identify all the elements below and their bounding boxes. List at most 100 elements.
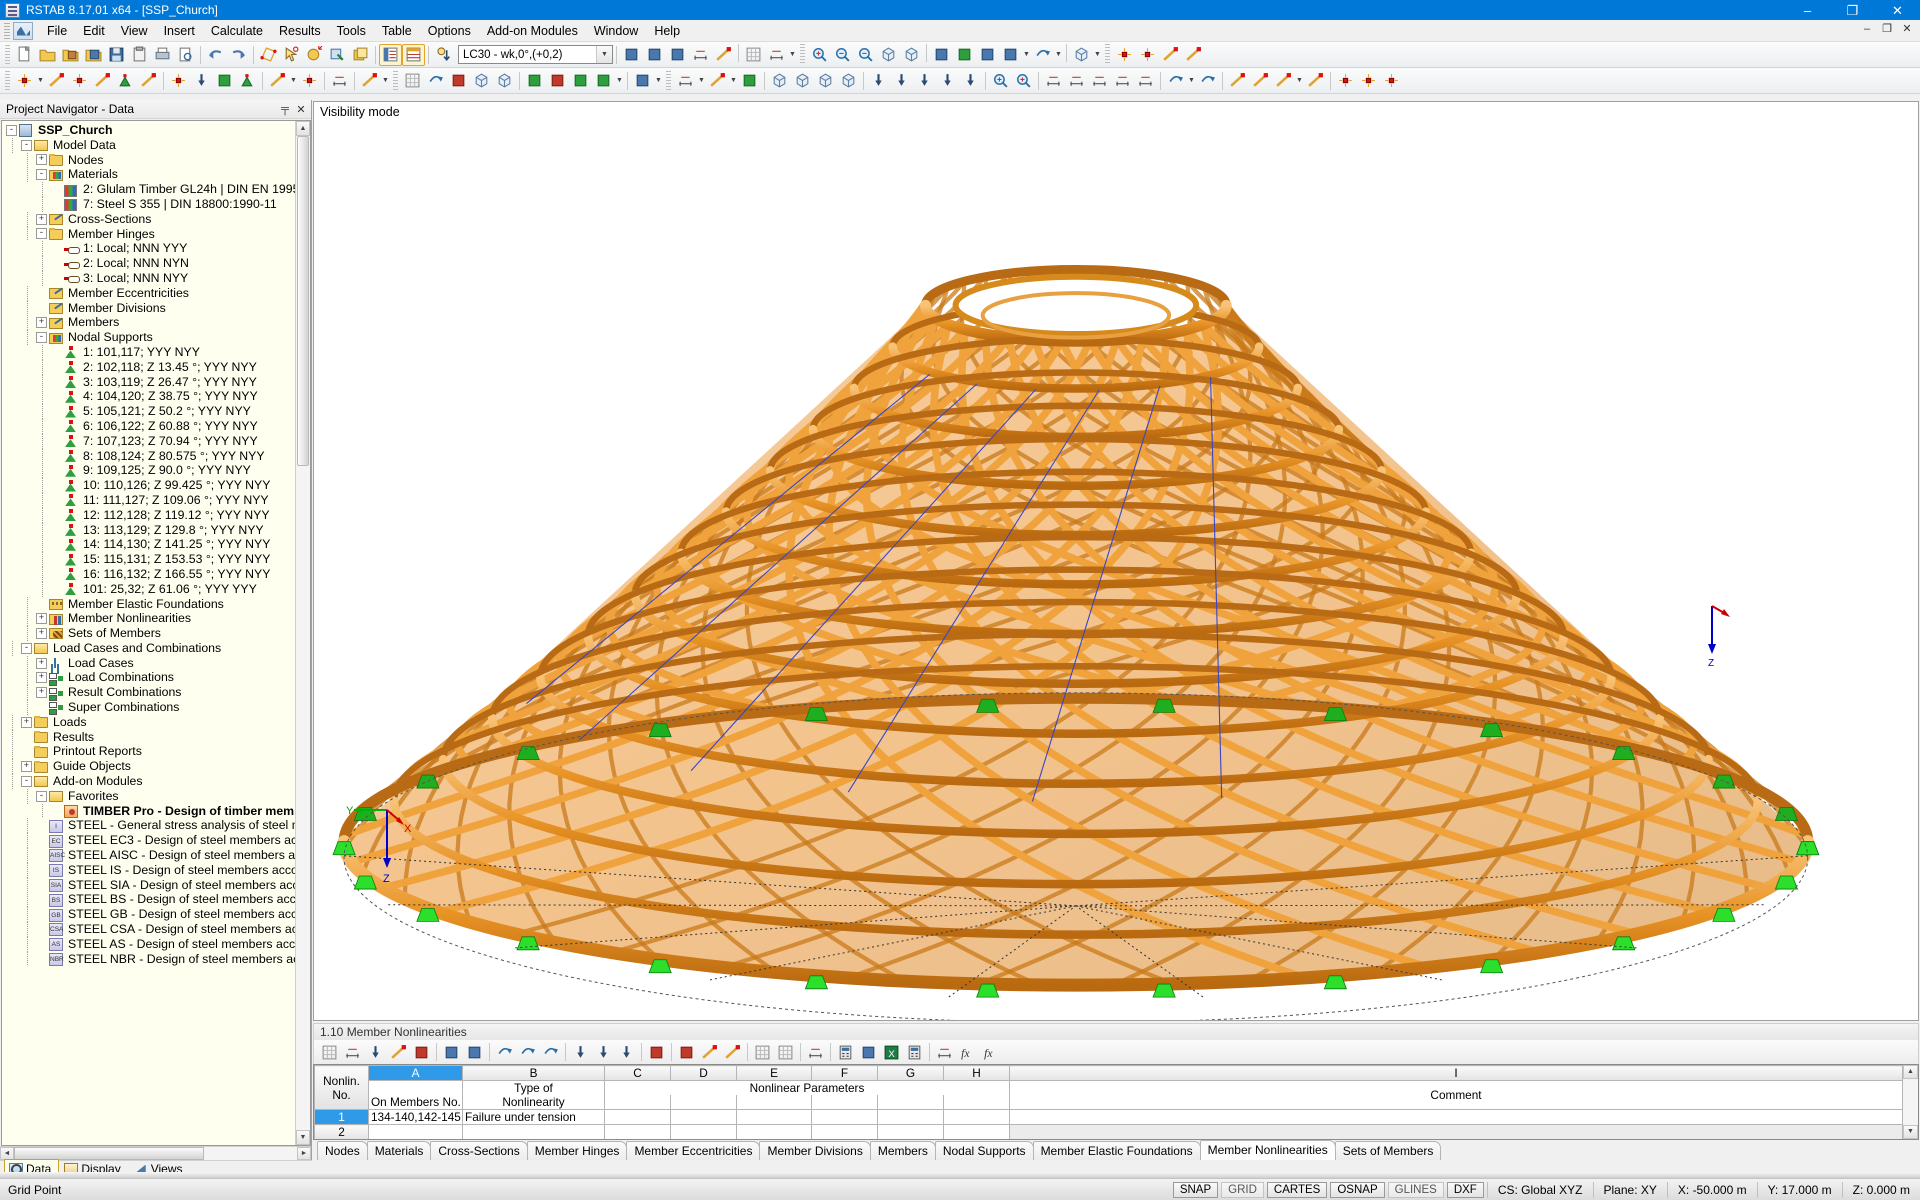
tree-item[interactable]: + Sets of Members xyxy=(6,626,295,641)
fx-icon[interactable]: fx xyxy=(956,1041,979,1063)
chevron-down-icon[interactable]: ▼ xyxy=(596,46,612,63)
dim-icon[interactable] xyxy=(328,70,351,92)
tree-item[interactable]: 7: Steel S 355 | DIN 18800:1990-11 xyxy=(6,196,295,212)
dim-icon[interactable] xyxy=(674,70,697,92)
cube-icon[interactable] xyxy=(791,70,814,92)
tree-item[interactable]: 2: Local; NNN NYN xyxy=(6,256,295,271)
mdi-close-button[interactable]: ✕ xyxy=(1898,22,1916,38)
table-tab-member-eccentricities[interactable]: Member Eccentricities xyxy=(626,1141,761,1160)
toolbar-dropdown-arrow[interactable]: ▼ xyxy=(1187,70,1196,92)
panel-splitter[interactable] xyxy=(0,1172,1920,1178)
tree-item[interactable]: 101: 25,32; Z 61.06 °; YYY YYY xyxy=(6,581,295,597)
tree-item[interactable]: Super Combinations xyxy=(6,700,295,716)
scroll-thumb[interactable] xyxy=(297,136,309,466)
table-cell-D1[interactable] xyxy=(670,1109,737,1125)
table-cell-B1[interactable]: Failure under tension xyxy=(462,1109,605,1125)
dim-icon[interactable] xyxy=(804,1041,827,1063)
member-icon[interactable] xyxy=(266,70,289,92)
status-toggle-osnap[interactable]: OSNAP xyxy=(1330,1181,1385,1198)
tree-collapse-icon[interactable]: - xyxy=(6,124,17,136)
table-tab-cross-sections[interactable]: Cross-Sections xyxy=(430,1141,528,1160)
tree-expand-icon[interactable]: + xyxy=(36,627,47,639)
toolbar-dropdown-arrow[interactable]: ▼ xyxy=(788,44,797,66)
tree-expand-icon[interactable]: + xyxy=(21,716,32,728)
red-icon[interactable] xyxy=(675,1041,698,1063)
tree-item[interactable]: 5: 105,121; Z 50.2 °; YYY NYY xyxy=(6,404,295,419)
blue-icon[interactable] xyxy=(643,44,666,66)
green-icon[interactable] xyxy=(523,70,546,92)
scroll-up-icon[interactable]: ▲ xyxy=(296,121,310,136)
tree-vertical-scrollbar[interactable]: ▲ ▼ xyxy=(295,121,310,1145)
undo-icon[interactable] xyxy=(204,44,227,66)
green-icon[interactable] xyxy=(592,70,615,92)
table-cell-G1[interactable] xyxy=(877,1109,944,1125)
tree-expand-icon[interactable]: + xyxy=(36,672,47,684)
table-tab-member-elastic-foundations[interactable]: Member Elastic Foundations xyxy=(1032,1141,1201,1160)
tree-item[interactable]: + Member Nonlinearities xyxy=(6,611,295,627)
table-tab-materials[interactable]: Materials xyxy=(366,1141,432,1160)
table-cell-I1[interactable] xyxy=(1009,1109,1903,1125)
table-col-header-E[interactable]: E xyxy=(736,1065,812,1081)
navigator-tree[interactable]: - SSP_Church - Model Data + Nodes - Materials 2:… xyxy=(2,121,295,1145)
zoomin-icon[interactable] xyxy=(1012,70,1035,92)
tree-item[interactable]: 15: 115,131; Z 153.53 °; YYY NYY xyxy=(6,552,295,567)
tree-expand-icon[interactable]: + xyxy=(21,761,32,773)
member-icon[interactable] xyxy=(1304,70,1327,92)
tree-item[interactable]: Member Divisions xyxy=(6,300,295,316)
member-nonlinearities-table[interactable]: Nonlin. No. A B C D E F G H I Type of Nonlinear Para… xyxy=(314,1065,1903,1139)
tree-collapse-icon[interactable]: - xyxy=(36,332,47,344)
tree-expand-icon[interactable]: + xyxy=(36,687,47,699)
close-button[interactable]: ✕ xyxy=(1875,0,1920,20)
node-icon[interactable] xyxy=(68,70,91,92)
menu-item-view[interactable]: View xyxy=(113,21,156,41)
tree-item[interactable]: 14: 114,130; Z 141.25 °; YYY NYY xyxy=(6,537,295,553)
table-scroll-up-icon[interactable]: ▲ xyxy=(1903,1065,1918,1079)
tree-item[interactable]: Results xyxy=(6,729,295,745)
rotate-icon[interactable] xyxy=(1196,70,1219,92)
tree-item[interactable]: - Load Cases and Combinations xyxy=(6,640,295,656)
table-tab-members[interactable]: Members xyxy=(869,1141,936,1160)
toolbar-dropdown-arrow[interactable]: ▼ xyxy=(1295,70,1304,92)
tree-item[interactable]: + Load Cases xyxy=(6,655,295,671)
tree-item[interactable]: 10: 110,126; Z 99.425 °; YYY NYY xyxy=(6,478,295,493)
table-col-header-I[interactable]: I xyxy=(1009,1065,1903,1081)
table-tab-nodes[interactable]: Nodes xyxy=(317,1141,368,1160)
tree-item[interactable]: Printout Reports xyxy=(6,744,295,760)
fx-icon[interactable]: fx xyxy=(979,1041,1002,1063)
blue-icon[interactable] xyxy=(930,44,953,66)
table-tab-nodal-supports[interactable]: Nodal Supports xyxy=(934,1141,1034,1160)
member-icon[interactable] xyxy=(712,44,735,66)
table-tab-member-nonlinearities[interactable]: Member Nonlinearities xyxy=(1199,1140,1336,1160)
clipboard-icon[interactable] xyxy=(128,44,151,66)
cube-icon[interactable] xyxy=(1070,44,1093,66)
table-cell-F1[interactable] xyxy=(811,1109,878,1125)
close-panel-icon[interactable]: ✕ xyxy=(293,103,309,116)
red-icon[interactable] xyxy=(410,1041,433,1063)
node-icon[interactable] xyxy=(1334,70,1357,92)
tree-item[interactable]: + Loads xyxy=(6,714,295,730)
tree-collapse-icon[interactable]: - xyxy=(36,228,47,240)
table-row[interactable]: 2 xyxy=(314,1124,1903,1139)
rotate-icon[interactable] xyxy=(424,70,447,92)
tree-item[interactable]: Member Eccentricities xyxy=(6,285,295,301)
support-icon[interactable] xyxy=(236,70,259,92)
table-col-header-A[interactable]: A xyxy=(368,1065,463,1081)
table-grid[interactable]: Nonlin. No. A B C D E F G H I Type of Nonlinear Para… xyxy=(314,1065,1903,1139)
tree-item[interactable]: 8: 108,124; Z 80.575 °; YYY NYY xyxy=(6,448,295,464)
new-file-icon[interactable] xyxy=(13,44,36,66)
cube-icon[interactable] xyxy=(814,70,837,92)
table-col-header-G[interactable]: G xyxy=(877,1065,944,1081)
select-window-icon[interactable] xyxy=(326,44,349,66)
menu-item-options[interactable]: Options xyxy=(420,21,479,41)
tree-item[interactable]: GBSTEEL GB - Design of steel members acc… xyxy=(6,907,295,923)
menu-item-tools[interactable]: Tools xyxy=(329,21,374,41)
blue-icon[interactable] xyxy=(976,44,999,66)
table-col-header-C[interactable]: C xyxy=(604,1065,671,1081)
tree-expand-icon[interactable]: + xyxy=(36,317,47,329)
table-cell-H1[interactable] xyxy=(943,1109,1010,1125)
member-icon[interactable] xyxy=(1159,44,1182,66)
table-col-header-H[interactable]: H xyxy=(943,1065,1010,1081)
zoomin-icon[interactable] xyxy=(989,70,1012,92)
member-icon[interactable] xyxy=(1272,70,1295,92)
select-objects-icon[interactable] xyxy=(280,44,303,66)
